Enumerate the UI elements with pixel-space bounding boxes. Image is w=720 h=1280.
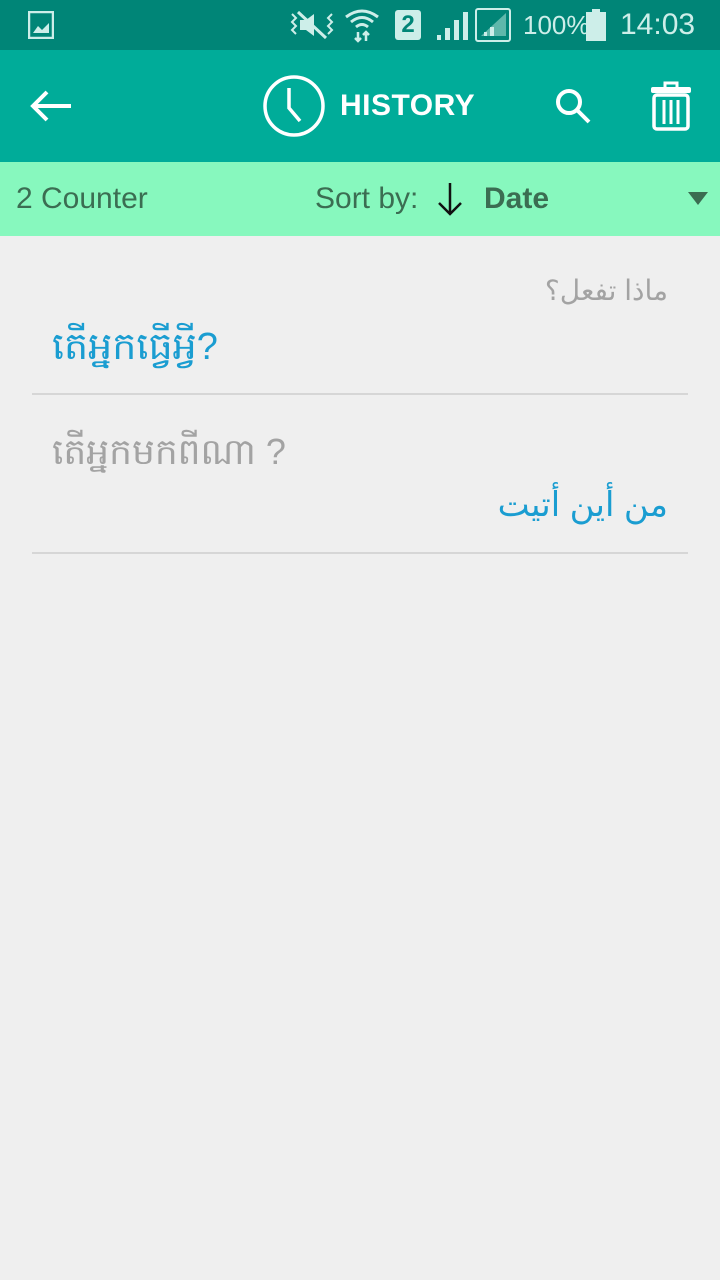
status-bar: 2 100% 14:03 — [0, 0, 720, 50]
app-bar: HISTORY — [0, 50, 720, 162]
search-icon — [556, 89, 591, 124]
clock-time: 14:03 — [620, 8, 696, 41]
source-text: តើអ្នកមកពីណា ? — [52, 431, 286, 472]
battery-icon — [586, 0, 606, 50]
sort-bar: 2 Counter Sort by: Date — [0, 162, 720, 236]
translation-text: តើអ្នកធ្វើអ្វី? — [52, 326, 218, 368]
clock-icon — [263, 75, 325, 137]
history-counter: 2 Counter — [16, 182, 148, 215]
triangle-down-icon — [688, 192, 708, 205]
back-button[interactable] — [16, 50, 86, 162]
history-item[interactable]: តើអ្នកមកពីណា ? من أين أتيت — [32, 395, 688, 554]
arrow-left-icon — [30, 90, 71, 122]
delete-all-button[interactable] — [640, 50, 702, 162]
title-text: HISTORY — [340, 89, 476, 122]
trash-icon — [651, 81, 691, 131]
battery-percent: 100% — [523, 9, 590, 40]
page-title: HISTORY — [262, 50, 475, 162]
sort-direction-button[interactable] — [436, 162, 464, 236]
wifi-data-icon — [344, 0, 380, 50]
sim2-icon: 2 — [395, 0, 421, 50]
source-text: ماذا تفعل؟ — [544, 275, 668, 306]
history-list: ماذا تفعل؟ តើអ្នកធ្វើអ្វី? តើអ្នកមកពីណា … — [32, 236, 688, 554]
vibrate-mute-icon — [288, 0, 336, 50]
sort-value-select[interactable]: Date — [484, 162, 549, 236]
arrow-down-icon — [438, 183, 462, 216]
translation-text: من أين أتيت — [497, 486, 668, 524]
search-button[interactable] — [546, 50, 600, 162]
sort-dropdown-button[interactable] — [688, 162, 708, 236]
history-item[interactable]: ماذا تفعل؟ តើអ្នកធ្វើអ្វី? — [32, 236, 688, 395]
signal-icon — [436, 0, 470, 50]
gallery-icon — [28, 0, 54, 50]
signal-box-icon — [475, 0, 511, 50]
sort-by-label: Sort by: — [315, 182, 419, 215]
